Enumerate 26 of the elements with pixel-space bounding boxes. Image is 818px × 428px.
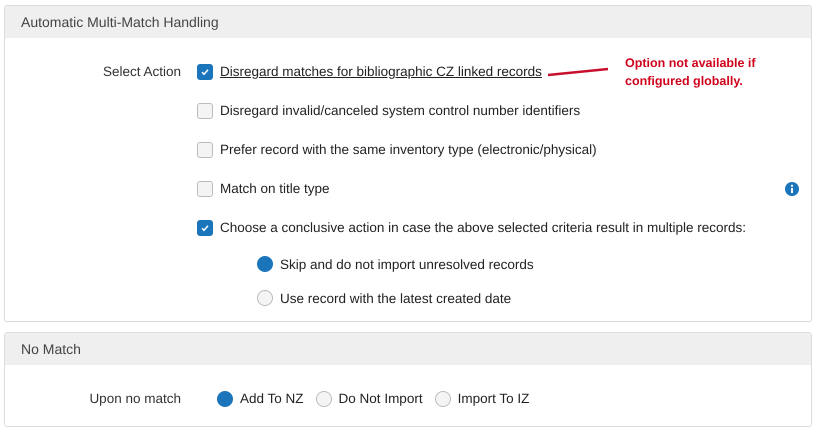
checkbox-label[interactable]: Disregard invalid/canceled system control number identifiers: [220, 103, 580, 118]
radio-button[interactable]: [316, 390, 332, 406]
checkbox-label[interactable]: Choose a conclusive action in case the above selected criteria result in multiple records:: [220, 220, 746, 235]
checkbox-label[interactable]: Prefer record with the same inventory type (electronic/physical): [220, 142, 597, 157]
annotation-text: Option not available if configured globally.: [625, 55, 757, 90]
checkbox[interactable]: [197, 220, 213, 236]
radio-button[interactable]: [434, 390, 451, 406]
section-header: Automatic Multi-Match Handling: [5, 6, 811, 38]
radio-label[interactable]: Import To IZ: [458, 391, 530, 406]
radio-button[interactable]: [217, 390, 233, 406]
radio-label[interactable]: Skip and do not import unresolved records: [280, 256, 534, 272]
radio-button[interactable]: [257, 256, 273, 272]
checkbox[interactable]: [197, 102, 213, 118]
radio-button[interactable]: [257, 290, 273, 306]
checkbox-label[interactable]: Disregard matches for bibliographic CZ linked records: [220, 64, 542, 79]
section-header: No Match: [5, 333, 811, 365]
radio-label[interactable]: Add To NZ: [240, 391, 304, 406]
info-icon[interactable]: [785, 182, 799, 196]
checkbox[interactable]: [197, 64, 213, 80]
radio-label[interactable]: Use record with the latest created date: [280, 290, 512, 306]
checkbox[interactable]: [197, 180, 213, 196]
field-label: Select Action: [102, 64, 182, 79]
checkbox[interactable]: [197, 142, 213, 158]
radio-label[interactable]: Do Not Import: [338, 391, 423, 406]
checkbox-label[interactable]: Match on title type: [220, 181, 330, 196]
field-label: Upon no match: [88, 391, 182, 406]
